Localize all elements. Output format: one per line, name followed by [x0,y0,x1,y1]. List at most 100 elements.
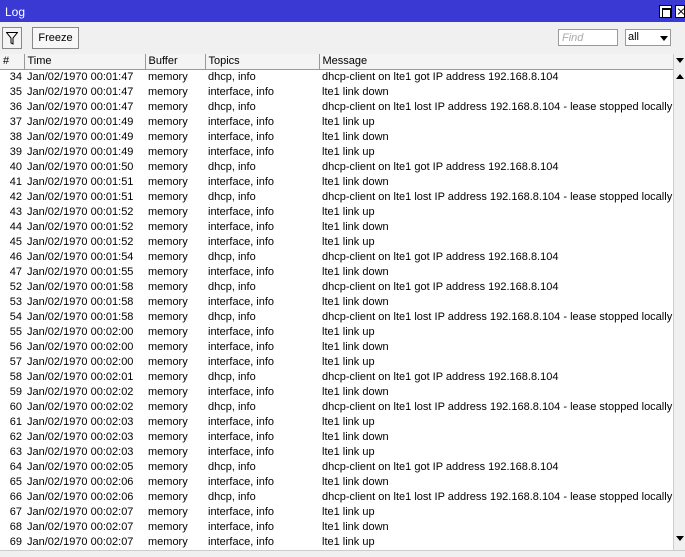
cell-time: Jan/02/1970 00:01:49 [27,130,134,143]
cell-time: Jan/02/1970 00:02:03 [27,430,134,443]
buffer-select[interactable]: all [625,29,671,46]
column-header-buffer[interactable]: Buffer [145,54,206,70]
cell-num: 42 [9,190,22,203]
table-row[interactable]: 62 Jan/02/1970 00:02:03 memory interface, i… [0,430,673,445]
column-header-message[interactable]: Message [319,54,673,70]
column-header-num[interactable]: # [0,54,25,70]
cell-time: Jan/02/1970 00:01:55 [27,265,134,278]
buffer-select-value: all [628,31,640,43]
cell-message: lte1 link up [322,355,375,368]
cell-message: lte1 link up [322,325,375,338]
find-input[interactable] [558,29,618,46]
cell-buffer: memory [148,145,188,158]
cell-num: 67 [9,505,22,518]
table-row[interactable]: 57 Jan/02/1970 00:02:00 memory interface, i… [0,355,673,370]
cell-time: Jan/02/1970 00:02:07 [27,520,134,533]
column-header-topics[interactable]: Topics [205,54,320,70]
scroll-down-arrow-icon[interactable] [676,536,684,541]
cell-message: dhcp-client on lte1 got IP address 192.1… [322,250,559,263]
cell-message: lte1 link down [322,520,389,533]
table-row[interactable]: 69 Jan/02/1970 00:02:07 memory interface, i… [0,535,673,550]
window-titlebar: Log [0,0,685,22]
cell-buffer: memory [148,520,188,533]
table-row[interactable]: 45 Jan/02/1970 00:01:52 memory interface, i… [0,235,673,250]
cell-topics: dhcp, info [208,280,256,293]
table-row[interactable]: 36 Jan/02/1970 00:01:47 memory dhcp, info dh… [0,100,673,115]
cell-num: 56 [9,340,22,353]
table-row[interactable]: 37 Jan/02/1970 00:01:49 memory interface, i… [0,115,673,130]
cell-message: lte1 link down [322,85,389,98]
table-row[interactable]: 67 Jan/02/1970 00:02:07 memory interface, i… [0,505,673,520]
table-row[interactable]: 68 Jan/02/1970 00:02:07 memory interface, i… [0,520,673,535]
table-row[interactable]: 44 Jan/02/1970 00:01:52 memory interface, i… [0,220,673,235]
chevron-down-icon [657,31,669,44]
scroll-top-arrow-icon[interactable] [676,58,684,63]
cell-topics: interface, info [208,520,275,533]
maximize-icon[interactable] [659,5,672,18]
table-row[interactable]: 53 Jan/02/1970 00:01:58 memory interface, i… [0,295,673,310]
cell-buffer: memory [148,490,188,503]
cell-buffer: memory [148,355,188,368]
cell-buffer: memory [148,430,188,443]
cell-buffer: memory [148,130,188,143]
table-row[interactable]: 60 Jan/02/1970 00:02:02 memory dhcp, info dh… [0,400,673,415]
cell-message: lte1 link up [322,115,375,128]
cell-time: Jan/02/1970 00:01:54 [27,250,134,263]
table-row[interactable]: 58 Jan/02/1970 00:02:01 memory dhcp, info dh… [0,370,673,385]
table-row[interactable]: 46 Jan/02/1970 00:01:54 memory dhcp, info dh… [0,250,673,265]
cell-buffer: memory [148,505,188,518]
cell-message: lte1 link up [322,205,375,218]
table-row[interactable]: 39 Jan/02/1970 00:01:49 memory interface, i… [0,145,673,160]
table-row[interactable]: 47 Jan/02/1970 00:01:55 memory interface, i… [0,265,673,280]
freeze-button[interactable]: Freeze [32,27,79,49]
cell-num: 64 [9,460,22,473]
cell-num: 44 [9,220,22,233]
table-row[interactable]: 40 Jan/02/1970 00:01:50 memory dhcp, info dh… [0,160,673,175]
cell-message: lte1 link down [322,175,389,188]
horizontal-scrollbar[interactable] [0,550,685,557]
cell-buffer: memory [148,235,188,248]
cell-topics: interface, info [208,430,275,443]
table-row[interactable]: 41 Jan/02/1970 00:01:51 memory interface, i… [0,175,673,190]
cell-time: Jan/02/1970 00:01:49 [27,115,134,128]
filter-button[interactable] [2,27,22,49]
cell-num: 34 [9,70,22,83]
table-header-row: # Time Buffer Topics Message [0,54,673,70]
table-row[interactable]: 38 Jan/02/1970 00:01:49 memory interface, i… [0,130,673,145]
toolbar: Freeze all [0,22,685,54]
cell-topics: interface, info [208,385,275,398]
cell-time: Jan/02/1970 00:01:49 [27,145,134,158]
cell-topics: interface, info [208,145,275,158]
cell-message: lte1 link down [322,475,389,488]
cell-time: Jan/02/1970 00:01:51 [27,190,134,203]
table-row[interactable]: 56 Jan/02/1970 00:02:00 memory interface, i… [0,340,673,355]
cell-topics: dhcp, info [208,370,256,383]
table-row[interactable]: 63 Jan/02/1970 00:02:03 memory interface, i… [0,445,673,460]
cell-message: lte1 link up [322,415,375,428]
scroll-up-arrow-icon[interactable] [676,74,684,79]
cell-topics: dhcp, info [208,190,256,203]
cell-buffer: memory [148,265,188,278]
table-row[interactable]: 34 Jan/02/1970 00:01:47 memory dhcp, info dh… [0,69,673,85]
table-row[interactable]: 61 Jan/02/1970 00:02:03 memory interface, i… [0,415,673,430]
cell-message: lte1 link up [322,445,375,458]
cell-topics: interface, info [208,295,275,308]
cell-buffer: memory [148,115,188,128]
cell-num: 69 [9,535,22,548]
table-row[interactable]: 52 Jan/02/1970 00:01:58 memory dhcp, info dh… [0,280,673,295]
cell-message: lte1 link down [322,430,389,443]
cell-num: 39 [9,145,22,158]
table-row[interactable]: 55 Jan/02/1970 00:02:00 memory interface, i… [0,325,673,340]
table-row[interactable]: 35 Jan/02/1970 00:01:47 memory interface, i… [0,85,673,100]
cell-buffer: memory [148,160,188,173]
table-row[interactable]: 66 Jan/02/1970 00:02:06 memory dhcp, info dh… [0,490,673,505]
vertical-scrollbar[interactable] [673,54,685,550]
close-icon[interactable] [675,5,685,18]
column-header-time[interactable]: Time [24,54,146,70]
table-row[interactable]: 42 Jan/02/1970 00:01:51 memory dhcp, info dh… [0,190,673,205]
table-row[interactable]: 43 Jan/02/1970 00:01:52 memory interface, i… [0,205,673,220]
table-row[interactable]: 64 Jan/02/1970 00:02:05 memory dhcp, info dh… [0,460,673,475]
table-row[interactable]: 65 Jan/02/1970 00:02:06 memory interface, i… [0,475,673,490]
table-row[interactable]: 54 Jan/02/1970 00:01:58 memory dhcp, info dh… [0,310,673,325]
table-row[interactable]: 59 Jan/02/1970 00:02:02 memory interface, i… [0,385,673,400]
